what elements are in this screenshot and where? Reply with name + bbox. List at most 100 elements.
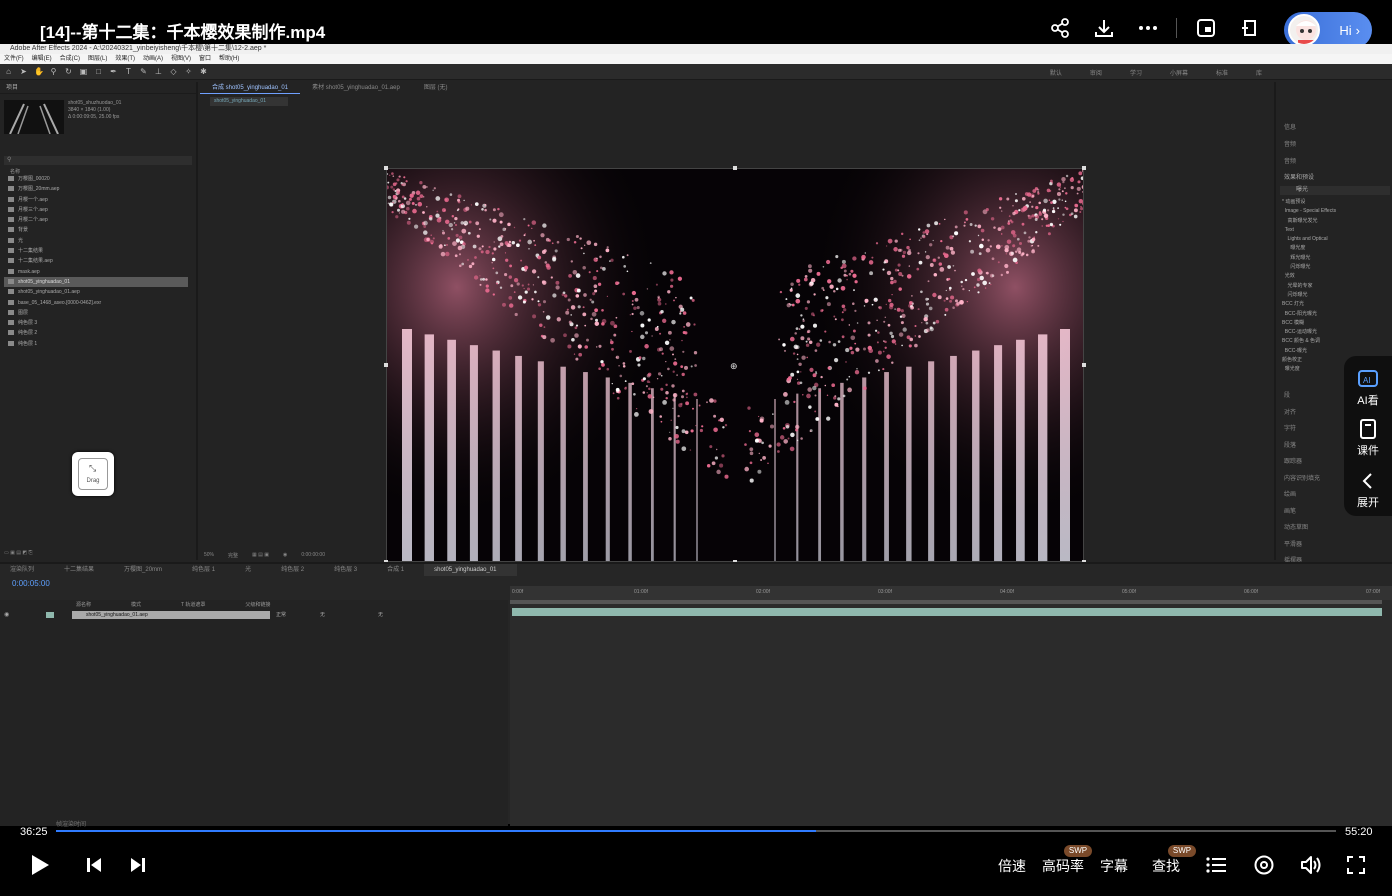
effects-tree-node[interactable]: BCC 模糊 <box>1282 319 1390 328</box>
timeline-tab[interactable]: 纯色层 3 <box>324 564 377 576</box>
effects-search-input[interactable]: 曝光 <box>1280 186 1390 195</box>
panel-tab[interactable]: 内容识别填充 <box>1284 473 1320 482</box>
layer-row[interactable]: ◉ shot05_yinghuadao_01.aep 正常 无 无 <box>0 610 508 620</box>
panel-tab[interactable]: 对齐 <box>1284 407 1296 416</box>
drag-button[interactable]: ⤡ Drag <box>72 452 114 496</box>
project-tab[interactable]: 项目 <box>0 82 196 94</box>
workspace-tab[interactable]: 学习 <box>1130 68 1142 77</box>
viewer-sub-tab[interactable]: shot05_yinghuadao_01 <box>210 97 288 106</box>
viewer-tab[interactable]: 素材 shot05_yinghuadao_01.aep <box>300 82 412 94</box>
playlist-button[interactable] <box>1204 852 1228 878</box>
subtitle-button[interactable]: 字幕 <box>1100 856 1128 876</box>
visibility-icon[interactable]: ◉ <box>4 611 9 618</box>
selection-tool-icon[interactable]: ➤ <box>19 67 28 76</box>
menu-item[interactable]: 编辑(E) <box>32 54 52 64</box>
viewer-timecode[interactable]: 0:00:00:00 <box>301 552 325 558</box>
panel-tab[interactable]: 动态草图 <box>1284 522 1308 531</box>
timeline-tab[interactable]: 十二集结果 <box>54 564 114 576</box>
previous-button[interactable] <box>84 852 104 878</box>
danmaku-button[interactable] <box>1252 852 1276 878</box>
project-item[interactable]: 月樱三个.aep <box>4 205 188 215</box>
label-color[interactable] <box>46 612 54 618</box>
project-item[interactable]: 纯色层 3 <box>4 318 188 328</box>
quality-value[interactable]: 完整 <box>228 552 238 559</box>
roto-tool-icon[interactable]: ✧ <box>184 67 193 76</box>
volume-button[interactable] <box>1298 852 1324 878</box>
layer-matte[interactable]: 无 <box>320 611 325 618</box>
time-ruler[interactable]: 0:00f 01:00f 02:00f 03:00f 04:00f 05:00f 06:00… <box>510 586 1392 600</box>
effects-tree-node[interactable]: 闪烁曝光 <box>1282 291 1390 300</box>
effects-tree-node[interactable]: 曝光度 <box>1282 244 1390 253</box>
rotate-tool-icon[interactable]: ↻ <box>64 67 73 76</box>
effects-tree-node[interactable]: 光效 <box>1282 272 1390 281</box>
timeline-tab[interactable]: shot05_yinghuadao_01 <box>424 564 517 576</box>
courseware-button[interactable]: 课件 <box>1344 418 1392 458</box>
timeline-tab[interactable]: 合成 1 <box>377 564 424 576</box>
layer-mode[interactable]: 正常 <box>276 611 286 618</box>
hi-assistant-button[interactable]: Hi › <box>1284 12 1372 48</box>
menu-item[interactable]: 文件(F) <box>4 54 24 64</box>
menu-item[interactable]: 视图(V) <box>171 54 191 64</box>
transform-handle[interactable] <box>1082 166 1086 170</box>
home-icon[interactable]: ⌂ <box>4 67 13 76</box>
brush-tool-icon[interactable]: ✎ <box>139 67 148 76</box>
panel-tab[interactable]: 字符 <box>1284 423 1296 432</box>
menu-item[interactable]: 图层(L) <box>88 54 107 64</box>
camera-snapshot-icon[interactable]: ◉ <box>283 552 287 558</box>
project-item[interactable]: 十二集结果 <box>4 246 188 256</box>
grid-icon[interactable]: ▦ ▤ ▣ <box>252 552 269 558</box>
next-button[interactable] <box>128 852 148 878</box>
project-item[interactable]: 十二集结果.aep <box>4 256 188 266</box>
effects-tree-node[interactable]: 闪烁曝光 <box>1282 263 1390 272</box>
float-window-icon[interactable] <box>1238 16 1262 40</box>
effects-tree-node[interactable]: BCC-曝光 <box>1282 347 1390 356</box>
viewer-tab[interactable]: 图层 (无) <box>412 82 460 94</box>
stamp-tool-icon[interactable]: ⊥ <box>154 67 163 76</box>
effects-tree-node[interactable]: * 动画预设 <box>1282 198 1390 207</box>
timeline-timecode[interactable]: 0:00:05:00 <box>12 579 50 588</box>
progress-bar[interactable] <box>56 830 1336 832</box>
menu-item[interactable]: 效果(T) <box>115 54 135 64</box>
panel-tab[interactable]: 段 <box>1284 390 1290 399</box>
text-tool-icon[interactable]: T <box>124 67 133 76</box>
speed-button[interactable]: 倍速 <box>998 856 1026 876</box>
workspace-tab[interactable]: 审阅 <box>1090 68 1102 77</box>
fullscreen-button[interactable] <box>1344 852 1368 878</box>
project-item[interactable]: shot05_yinghuadao_01 <box>4 276 188 288</box>
project-search-input[interactable]: ⚲ <box>4 156 192 165</box>
audio-tab-2[interactable]: 音频 <box>1284 156 1296 165</box>
timeline-tab[interactable]: 纯色层 2 <box>271 564 324 576</box>
project-item[interactable]: 光 <box>4 236 188 246</box>
workspace-tab[interactable]: 库 <box>1256 68 1262 77</box>
more-icon[interactable] <box>1136 16 1160 40</box>
effects-tree-node[interactable]: BCC 颜色 & 色调 <box>1282 337 1390 346</box>
play-button[interactable] <box>28 852 52 878</box>
ai-watch-button[interactable]: AI AI看 <box>1344 368 1392 408</box>
project-item[interactable]: shot05_yinghuadao_01.aep <box>4 287 188 297</box>
workspace-tab[interactable]: 默认 <box>1050 68 1062 77</box>
timeline-tab[interactable]: 光 <box>235 564 271 576</box>
project-item[interactable]: base_05_1468_aseo.[0000-0462].exr <box>4 298 188 308</box>
anchor-point-icon[interactable]: ⊕ <box>730 361 738 372</box>
timeline-tab[interactable]: 渲染队列 <box>0 564 54 576</box>
menu-item[interactable]: 动画(A) <box>143 54 163 64</box>
workspace-tab[interactable]: 标准 <box>1216 68 1228 77</box>
effects-tree-node[interactable]: 高斯曝光发光 <box>1282 217 1390 226</box>
viewer-tab[interactable]: 合成 shot05_yinghuadao_01 <box>200 82 301 94</box>
project-item[interactable]: 纯色层 1 <box>4 339 188 349</box>
project-item[interactable]: mask.aep <box>4 267 188 277</box>
camera-tool-icon[interactable]: ▣ <box>79 67 88 76</box>
work-area-bar[interactable] <box>510 600 1382 604</box>
project-item[interactable]: 月樱二个.aep <box>4 215 188 225</box>
effects-tree-node[interactable]: 辉光曝光 <box>1282 254 1390 263</box>
effects-tree-node[interactable]: BCC 灯光 <box>1282 300 1390 309</box>
layer-duration-bar[interactable] <box>512 608 1382 616</box>
timeline-tab[interactable]: 万樱图_20mm <box>114 564 182 576</box>
info-tab[interactable]: 信息 <box>1284 122 1296 131</box>
rectangle-tool-icon[interactable]: □ <box>94 67 103 76</box>
audio-tab[interactable]: 音频 <box>1284 139 1296 148</box>
timeline-tab[interactable]: 纯色层 1 <box>182 564 235 576</box>
layer-parent[interactable]: 无 <box>378 611 383 618</box>
search-button[interactable]: 查找 <box>1152 856 1180 876</box>
transform-handle[interactable] <box>384 363 388 367</box>
